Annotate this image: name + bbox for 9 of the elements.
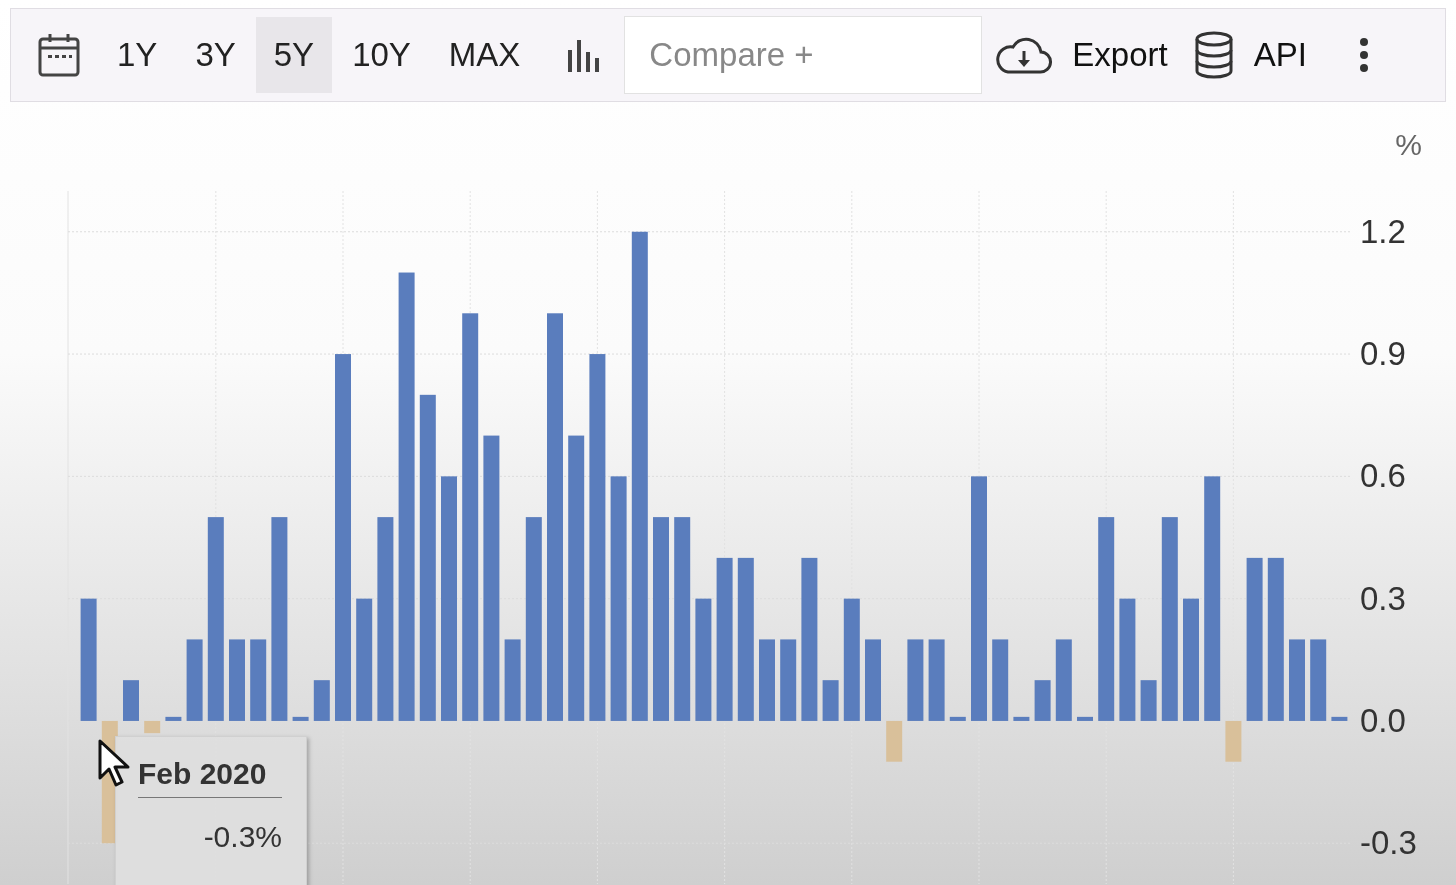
axis-label: 0.0 — [1360, 701, 1406, 739]
axis-label: 0.3 — [1360, 579, 1406, 617]
axis-label: 0.9 — [1360, 335, 1406, 373]
unit-label: % — [1395, 128, 1422, 162]
axis-label: 1.2 — [1360, 212, 1406, 250]
tooltip-value: -0.3% — [202, 820, 282, 854]
tooltip-date: Feb 2020 — [138, 757, 282, 798]
axis-label: 0.6 — [1360, 457, 1406, 495]
axis-label: -0.3 — [1360, 824, 1417, 862]
